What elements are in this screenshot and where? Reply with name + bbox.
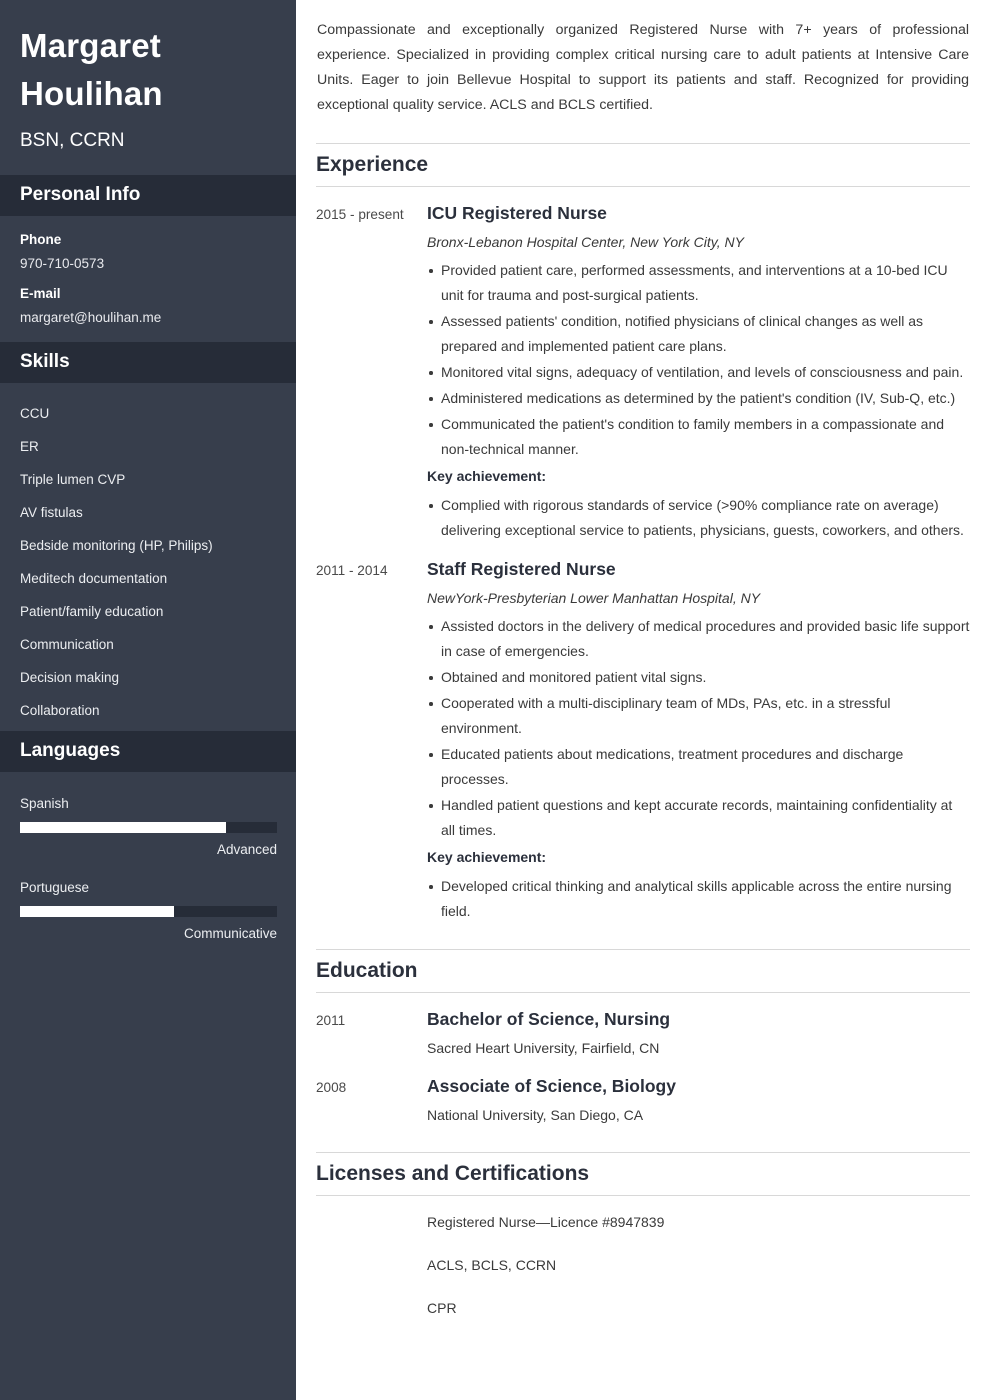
list-item: CPR — [316, 1296, 970, 1339]
professional-summary: Compassionate and exceptionally organize… — [317, 22, 969, 113]
key-achievement-list: Complied with rigorous standards of serv… — [427, 493, 970, 543]
credentials-subtitle: BSN, CCRN — [20, 130, 125, 151]
entry-date: 2011 — [316, 1013, 346, 1028]
skills-list: CCU ER Triple lumen CVP AV fistulas Beds… — [0, 383, 296, 731]
language-level-label: Advanced — [216, 842, 277, 857]
list-item: ER — [20, 438, 39, 454]
list-item: Bedside monitoring (HP, Philips) — [20, 537, 213, 553]
entry-bullet-list: Provided patient care, performed assessm… — [427, 258, 970, 462]
entry-body: Staff Registered Nurse NewYork-Presbyter… — [427, 557, 970, 924]
info-label-email: E-mail — [20, 286, 61, 301]
language-name: Portuguese — [20, 880, 90, 895]
list-item: ACLS, BCLS, CCRN — [316, 1253, 970, 1296]
list-item: Handled patient questions and kept accur… — [427, 793, 970, 843]
key-achievement-label: Key achievement: — [427, 849, 547, 865]
list-item: Patient/family education — [20, 603, 164, 619]
list-item: Complied with rigorous standards of serv… — [427, 493, 970, 543]
entry-title: Associate of Science, Biology — [427, 1076, 676, 1096]
page-title: Margaret Houlihan — [20, 27, 163, 112]
list-item: Provided patient care, performed assessm… — [427, 258, 970, 308]
entry-date: 2015 - present — [316, 207, 404, 222]
language-proficiency-fill — [20, 906, 175, 917]
list-item: CCU — [20, 405, 50, 421]
entry-date: 2008 — [316, 1080, 347, 1095]
key-achievement-list: Developed critical thinking and analytic… — [427, 874, 970, 924]
section-experience: Experience 2015 - present ICU Registered… — [316, 143, 970, 924]
personal-info-list: Phone 970-710-0573 E-mail margaret@houli… — [0, 216, 296, 342]
language-proficiency-fill — [20, 822, 226, 833]
list-item: Triple lumen CVP — [20, 471, 126, 487]
list-item: Registered Nurse—Licence #8947839 — [316, 1210, 970, 1253]
entry-body: ICU Registered Nurse Bronx-Lebanon Hospi… — [427, 201, 970, 543]
entry-title: ICU Registered Nurse — [427, 203, 607, 223]
list-item: Assisted doctors in the delivery of medi… — [427, 614, 970, 664]
section-education: Education 2011 Bachelor of Science, Nurs… — [316, 949, 970, 1127]
section-title-certifications: Licenses and Certifications — [316, 1152, 970, 1196]
list-item: Cooperated with a multi-disciplinary tea… — [427, 691, 970, 741]
section-heading-skills: Skills — [0, 342, 296, 383]
info-value-email[interactable]: margaret@houlihan.me — [20, 308, 276, 328]
section-title-education: Education — [316, 949, 970, 993]
section-heading-personal-info: Personal Info — [0, 175, 296, 216]
sidebar: Margaret Houlihan BSN, CCRN Personal Inf… — [0, 0, 296, 1400]
list-item: Communicated the patient's condition to … — [427, 412, 970, 462]
entry-body: Bachelor of Science, Nursing Sacred Hear… — [427, 1007, 970, 1060]
list-item: Communication — [20, 636, 114, 652]
info-value-phone[interactable]: 970-710-0573 — [20, 254, 276, 274]
language-proficiency-bar — [20, 906, 277, 917]
list-item: Obtained and monitored patient vital sig… — [427, 665, 970, 690]
list-item: Educated patients about medications, tre… — [427, 742, 970, 792]
languages-list: Spanish Advanced Portuguese Communicativ… — [0, 772, 296, 958]
entry-bullet-list: Assisted doctors in the delivery of medi… — [427, 614, 970, 843]
language-level-label: Communicative — [183, 926, 277, 941]
list-item: Spanish Advanced — [20, 786, 277, 870]
list-item: Developed critical thinking and analytic… — [427, 874, 970, 924]
resume-page: Margaret Houlihan BSN, CCRN Personal Inf… — [0, 0, 990, 1400]
list-item: Meditech documentation — [20, 570, 168, 586]
list-item: Collaboration — [20, 702, 100, 718]
main-content: Compassionate and exceptionally organize… — [296, 0, 990, 1400]
language-proficiency-bar — [20, 822, 277, 833]
list-item: Assessed patients' condition, notified p… — [427, 309, 970, 359]
info-label-phone: Phone — [20, 232, 62, 247]
experience-entry: 2011 - 2014 Staff Registered Nurse NewYo… — [316, 543, 970, 924]
certification-text: CPR — [427, 1300, 457, 1316]
entry-title: Staff Registered Nurse — [427, 559, 616, 579]
entry-title: Bachelor of Science, Nursing — [427, 1009, 671, 1029]
list-item: Decision making — [20, 669, 120, 685]
list-item: Administered medications as determined b… — [427, 386, 970, 411]
name-block: Margaret Houlihan BSN, CCRN — [0, 0, 296, 175]
education-entry: 2011 Bachelor of Science, Nursing Sacred… — [316, 993, 970, 1060]
entry-subtitle: NewYork-Presbyterian Lower Manhattan Hos… — [427, 590, 761, 606]
list-item: AV fistulas — [20, 504, 83, 520]
entry-subtitle: National University, San Diego, CA — [427, 1107, 644, 1123]
certification-text: Registered Nurse—Licence #8947839 — [427, 1214, 665, 1230]
key-achievement-label: Key achievement: — [427, 468, 547, 484]
section-heading-languages: Languages — [0, 731, 296, 772]
experience-entry: 2015 - present ICU Registered Nurse Bron… — [316, 187, 970, 543]
list-item: Portuguese Communicative — [20, 870, 277, 954]
list-item: Monitored vital signs, adequacy of venti… — [427, 360, 970, 385]
section-title-experience: Experience — [316, 143, 970, 187]
entry-body: Associate of Science, Biology National U… — [427, 1074, 970, 1127]
entry-subtitle: Bronx-Lebanon Hospital Center, New York … — [427, 234, 744, 250]
certification-text: ACLS, BCLS, CCRN — [427, 1257, 557, 1273]
entry-date: 2011 - 2014 — [316, 563, 388, 578]
certifications-list: Registered Nurse—Licence #8947839 ACLS, … — [316, 1196, 970, 1339]
entry-subtitle: Sacred Heart University, Fairfield, CN — [427, 1040, 660, 1056]
language-name: Spanish — [20, 796, 69, 811]
education-entry: 2008 Associate of Science, Biology Natio… — [316, 1060, 970, 1127]
section-certifications: Licenses and Certifications Registered N… — [316, 1152, 970, 1339]
